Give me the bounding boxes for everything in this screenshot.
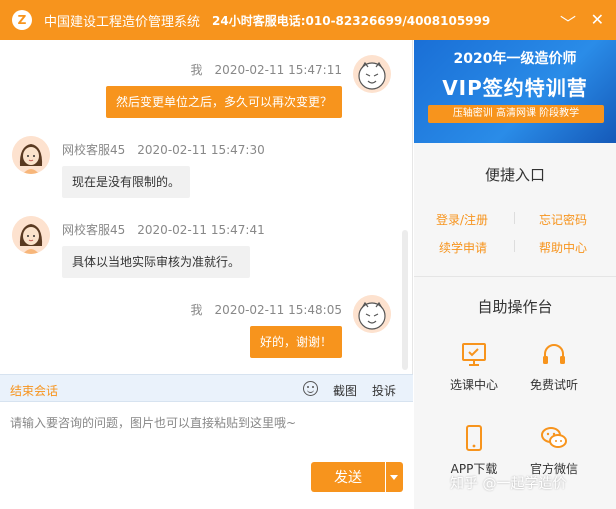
emoji-icon[interactable] xyxy=(303,381,318,396)
message-sender: 网校客服45 xyxy=(62,223,126,237)
message-input[interactable] xyxy=(0,402,413,460)
message-meta: 我 2020-02-11 15:47:11 xyxy=(191,61,342,78)
self-service-title: 自助操作台 xyxy=(477,298,553,316)
send-button[interactable]: 发送 xyxy=(311,462,385,492)
close-icon[interactable]: ✕ xyxy=(591,10,604,29)
course-center-item[interactable]: 选课中心 xyxy=(434,340,514,393)
message-bubble-incoming: 现在是没有限制的。 xyxy=(62,166,191,198)
banner-year-line: 2020年一级造价师 xyxy=(453,51,577,67)
message-bubble-outgoing: 然后变更单位之后，多久可以再次变更？ xyxy=(105,86,342,118)
message-sender: 网校客服45 xyxy=(62,143,126,157)
my-avatar-icon xyxy=(353,55,391,93)
minimize-icon[interactable]: ﹀ xyxy=(560,10,576,34)
message-time: 2020-02-11 15:47:11 xyxy=(214,63,342,77)
quick-entry-title: 便捷入口 xyxy=(484,166,545,184)
message-meta: 网校客服45 2020-02-11 15:47:30 xyxy=(62,141,265,158)
phone-icon xyxy=(466,425,482,451)
message-bubble-outgoing: 好的，谢谢！ xyxy=(249,326,342,358)
message-time: 2020-02-11 15:47:30 xyxy=(137,143,265,157)
headphones-icon xyxy=(543,344,565,364)
wechat-icon xyxy=(541,427,567,448)
end-chat-link[interactable]: 结束会话 xyxy=(10,382,58,399)
banner-tagline: 压轴密训 高清网课 阶段教学 xyxy=(428,105,604,123)
hotline-text: 24小时客服电话:010-82326699/4008105999 xyxy=(212,13,491,28)
link-divider xyxy=(514,212,515,224)
complaint-button[interactable]: 投诉 xyxy=(372,382,396,399)
message-meta: 网校客服45 2020-02-11 15:47:41 xyxy=(62,221,265,238)
official-wechat-item[interactable]: 官方微信 xyxy=(514,424,594,477)
forgot-password-link[interactable]: 忘记密码 xyxy=(539,211,587,228)
agent-avatar-icon xyxy=(12,136,50,174)
side-panel: 2020年一级造价师 VIP签约特训营 压轴密训 高清网课 阶段教学 便捷入口 … xyxy=(414,40,616,509)
message-sender: 我 xyxy=(190,303,203,317)
course-center-label: 选课中心 xyxy=(449,378,498,392)
title-bar: Z 中国建设工程造价管理系统 24小时客服电话:010-82326699/400… xyxy=(0,0,616,40)
message-time: 2020-02-11 15:48:05 xyxy=(214,303,342,317)
watermark: 知乎 @一起学造价 xyxy=(450,476,567,492)
help-center-link[interactable]: 帮助中心 xyxy=(539,239,587,256)
section-divider xyxy=(414,276,616,277)
app-title: 中国建设工程造价管理系统 xyxy=(44,14,201,30)
login-register-link[interactable]: 登录/注册 xyxy=(436,211,488,228)
promo-banner[interactable]: 2020年一级造价师 VIP签约特训营 压轴密训 高清网课 阶段教学 xyxy=(414,40,616,143)
input-area: 发送 xyxy=(0,402,413,509)
send-options-dropdown[interactable] xyxy=(386,462,403,492)
agent-avatar-icon xyxy=(12,216,50,254)
my-avatar-icon xyxy=(353,295,391,333)
message-bubble-incoming: 具体以当地实际审核为准就行。 xyxy=(62,246,251,278)
message-meta: 我 2020-02-11 15:48:05 xyxy=(191,301,342,318)
monitor-icon xyxy=(462,343,486,366)
app-logo-icon: Z xyxy=(12,10,32,30)
banner-headline: VIP签约特训营 xyxy=(442,76,588,100)
link-divider xyxy=(514,240,515,252)
free-trial-label: 免费试听 xyxy=(529,378,578,392)
chat-scrollbar[interactable] xyxy=(402,230,408,370)
message-sender: 我 xyxy=(190,63,203,77)
screenshot-button[interactable]: 截图 xyxy=(333,382,357,399)
renewal-request-link[interactable]: 续学申请 xyxy=(439,239,487,256)
app-download-item[interactable]: APP下载 xyxy=(434,424,514,477)
input-toolbar: 结束会话 截图 投诉 xyxy=(0,374,413,402)
chat-history[interactable]: 我 2020-02-11 15:47:11 然后变更单位之后，多久可以再次变更？ … xyxy=(0,40,413,374)
message-time: 2020-02-11 15:47:41 xyxy=(137,223,265,237)
free-trial-item[interactable]: 免费试听 xyxy=(514,340,594,393)
